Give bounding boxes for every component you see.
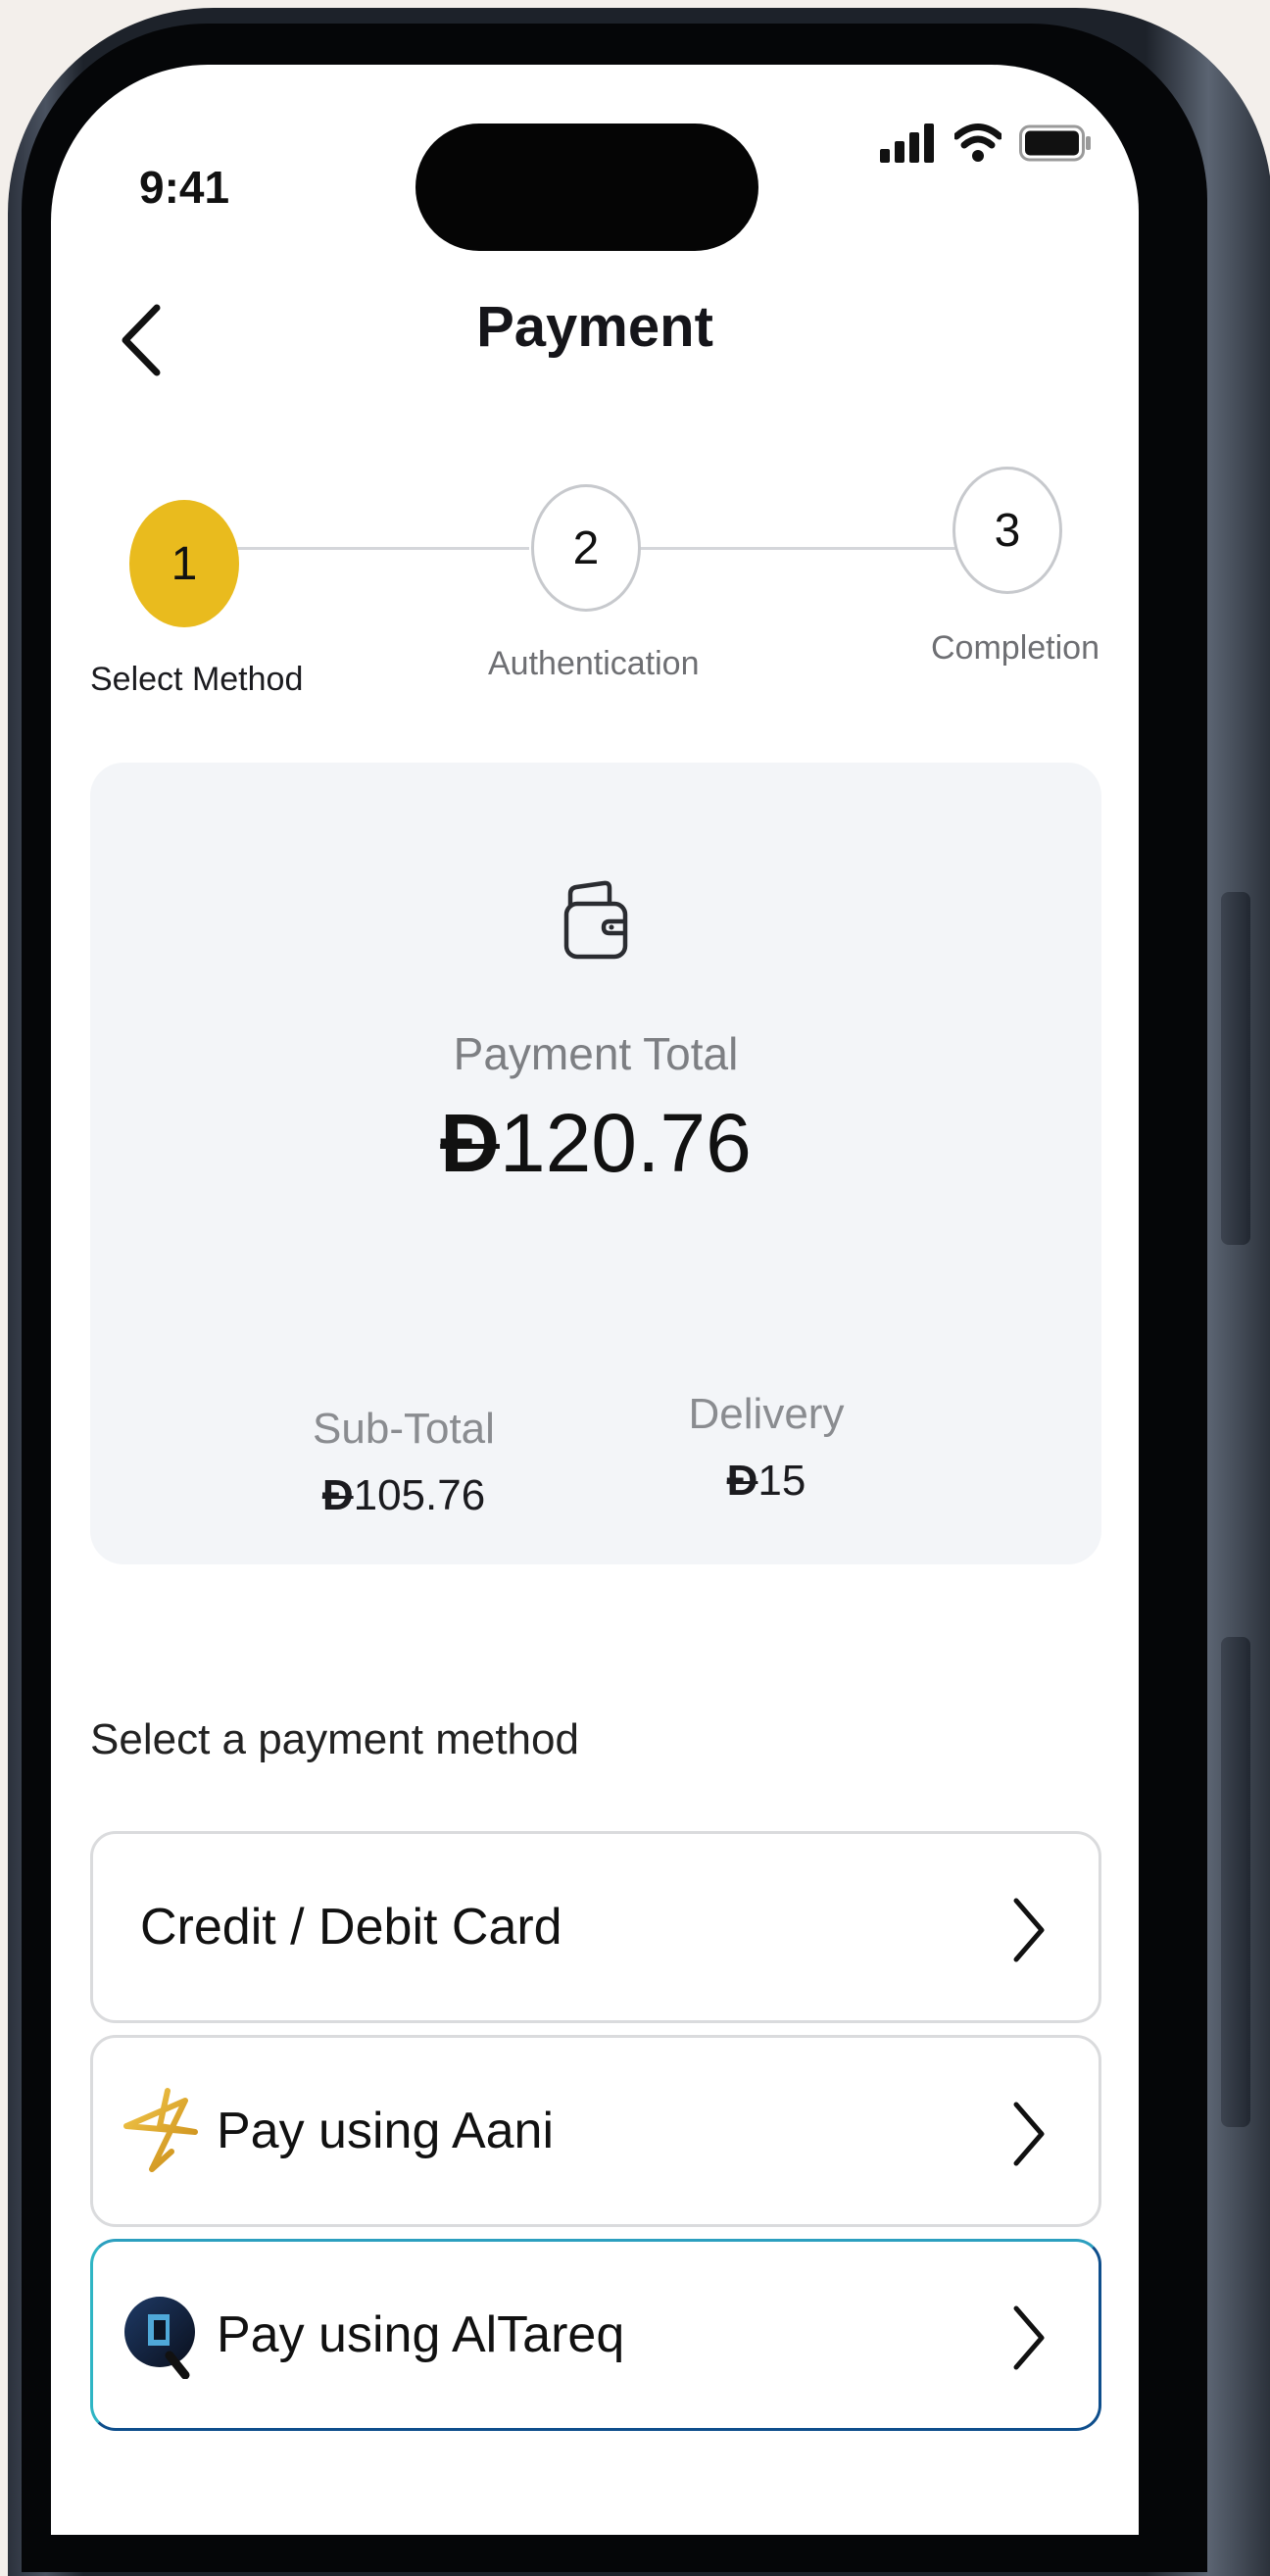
step-2-label: Authentication: [488, 645, 700, 682]
altareq-logo-icon: [124, 2297, 195, 2379]
subtotal-column: Sub-Total Đ105.76: [267, 1405, 541, 1520]
status-time: 9:41: [139, 162, 230, 213]
step-1-indicator: 1: [129, 500, 239, 627]
dirham-currency-icon: Đ: [321, 1471, 354, 1519]
power-button: [1221, 1637, 1250, 2127]
credit-debit-card-option[interactable]: Credit / Debit Card: [90, 1831, 1101, 2023]
chevron-right-icon: [1013, 2305, 1045, 2370]
step-number: 3: [994, 504, 1021, 557]
dirham-currency-icon: Đ: [440, 1097, 500, 1189]
step-1-label: Select Method: [90, 661, 304, 698]
payment-total-amount: Đ120.76: [90, 1096, 1101, 1191]
payment-total-value: 120.76: [499, 1097, 752, 1189]
step-3-indicator: 3: [952, 467, 1062, 594]
signal-icon: [880, 124, 934, 163]
aani-star-icon: [123, 2088, 198, 2172]
step-3-label: Completion: [931, 629, 1099, 667]
page-title: Payment: [476, 295, 713, 359]
status-icons: [880, 124, 1092, 163]
method-label: Pay using AlTareq: [217, 2306, 625, 2363]
chevron-right-icon: [1013, 1898, 1045, 1962]
phone-screen: 9:41 Payment 1 2 3 Select Method Authent…: [51, 65, 1139, 2535]
stepper-connector: [586, 547, 1011, 550]
battery-icon: [1019, 124, 1091, 162]
dynamic-island: [415, 124, 758, 251]
step-number: 2: [572, 521, 600, 574]
wallet-icon: [563, 880, 628, 960]
delivery-column: Delivery Đ15: [639, 1390, 894, 1506]
altareq-option[interactable]: Pay using AlTareq: [90, 2239, 1101, 2431]
subtotal-label: Sub-Total: [313, 1405, 495, 1453]
subtotal-amount: Đ105.76: [267, 1471, 541, 1520]
wifi-icon: [954, 124, 1001, 162]
delivery-amount: Đ15: [639, 1457, 894, 1506]
aani-option[interactable]: Pay using Aani: [90, 2035, 1101, 2227]
payment-method-heading: Select a payment method: [90, 1715, 579, 1763]
subtotal-value: 105.76: [353, 1471, 486, 1519]
volume-button: [1221, 892, 1250, 1245]
step-number: 1: [171, 537, 198, 590]
chevron-right-icon: [1013, 2102, 1045, 2166]
payment-total-label: Payment Total: [453, 1028, 739, 1079]
method-label: Credit / Debit Card: [140, 1899, 562, 1956]
method-label: Pay using Aani: [217, 2103, 555, 2159]
payment-summary-card: Payment Total Đ120.76 Sub-Total Đ105.76 …: [90, 763, 1101, 1564]
dirham-currency-icon: Đ: [726, 1457, 758, 1505]
delivery-value: 15: [757, 1457, 806, 1505]
step-2-indicator: 2: [531, 484, 641, 612]
stepper-connector: [196, 547, 529, 550]
delivery-label: Delivery: [688, 1390, 845, 1438]
